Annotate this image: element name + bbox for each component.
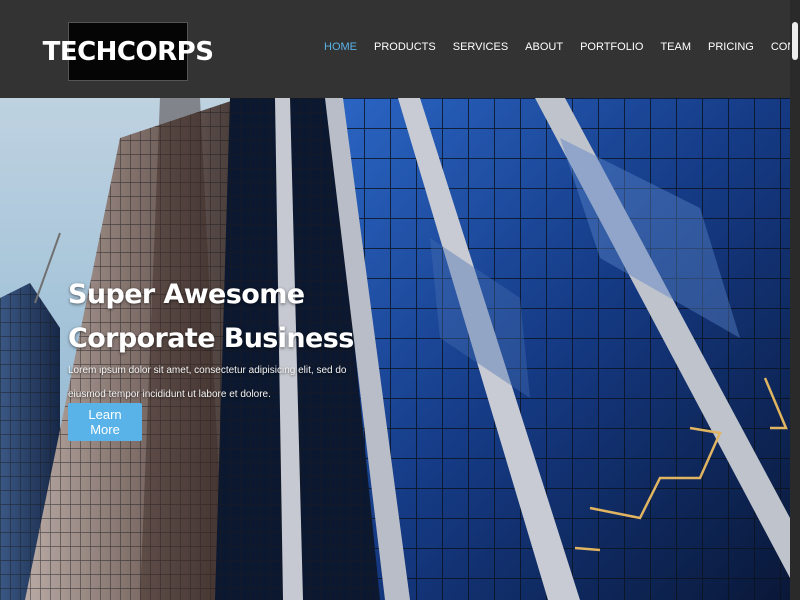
nav-portfolio[interactable]: PORTFOLIO [580,38,643,56]
learn-more-button[interactable]: Learn More [68,403,142,441]
nav-home[interactable]: HOME [324,38,357,56]
hero-title: Super Awesome Corporate Business [68,279,354,355]
scrollbar-thumb[interactable] [792,22,798,60]
brand-logo[interactable]: TECHCORPS [43,22,214,81]
hero-description: Lorem ipsum dolor sit amet, consectetur … [68,365,347,400]
nav-services[interactable]: SERVICES [453,38,508,56]
main-nav: HOME PRODUCTS SERVICES ABOUT PORTFOLIO T… [324,38,800,56]
nav-team[interactable]: TEAM [660,38,691,56]
site-header: TECHCORPS HOME PRODUCTS SERVICES ABOUT P… [0,0,800,98]
nav-products[interactable]: PRODUCTS [374,38,436,56]
nav-pricing[interactable]: PRICING [708,38,754,56]
nav-about[interactable]: ABOUT [525,38,563,56]
page: TECHCORPS HOME PRODUCTS SERVICES ABOUT P… [0,0,800,600]
page-scrollbar[interactable] [790,0,800,600]
hero-section: Super Awesome Corporate Business Lorem i… [0,98,790,600]
logo-text: TECHCORPS [42,36,214,67]
